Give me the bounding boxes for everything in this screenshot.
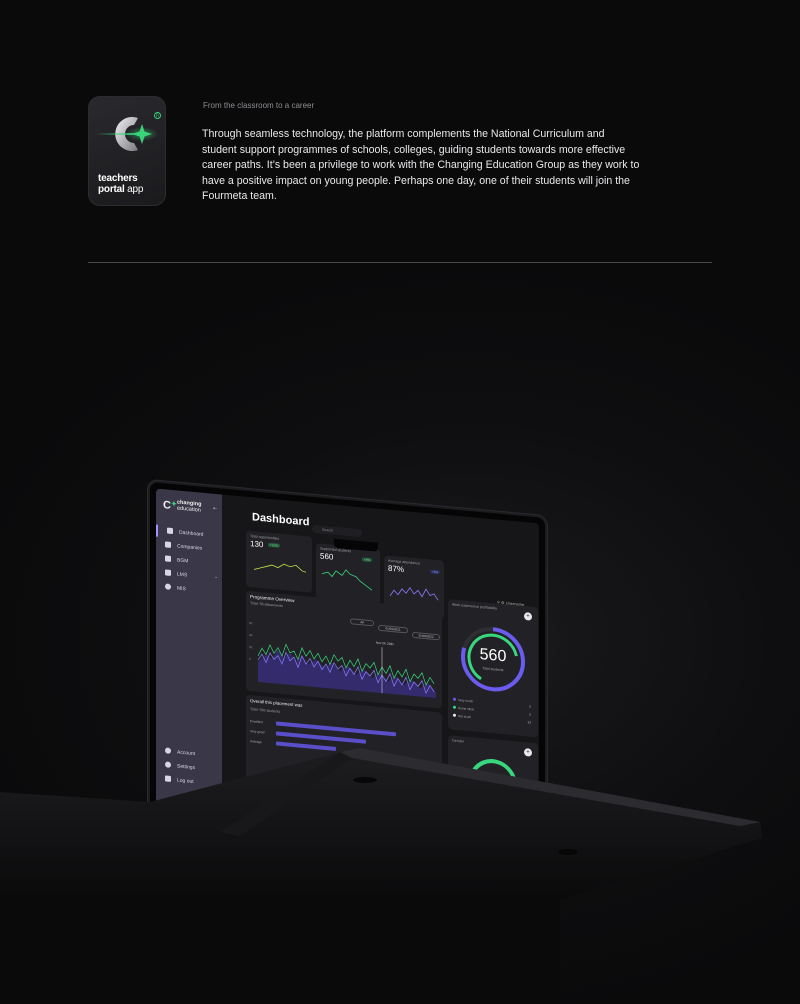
laptop-base <box>0 748 762 1004</box>
